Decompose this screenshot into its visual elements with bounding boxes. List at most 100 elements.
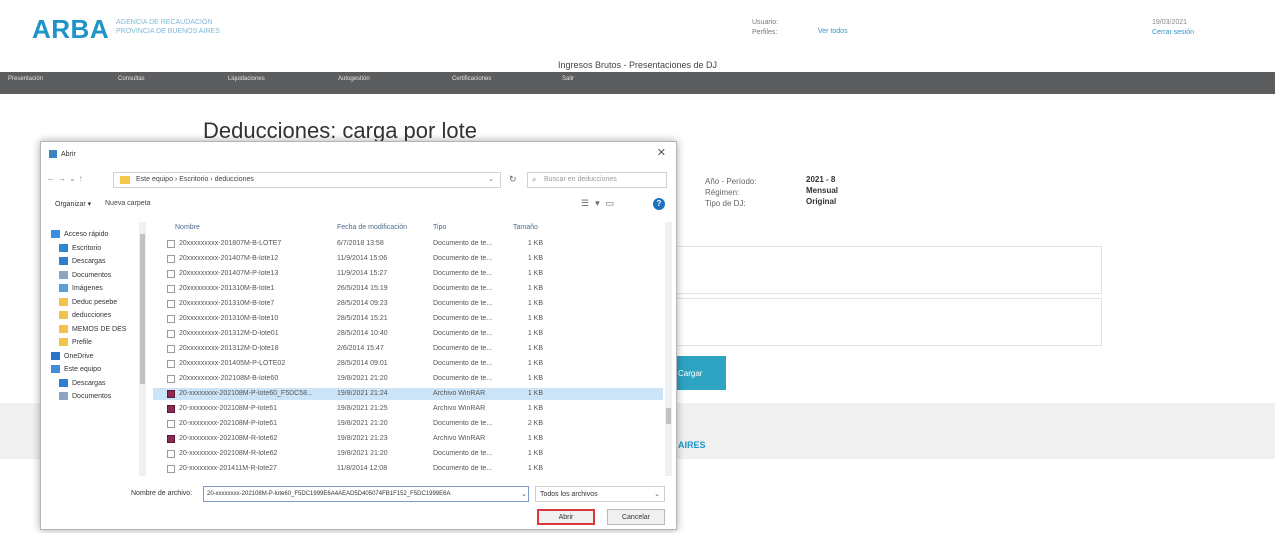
file-row[interactable]: 20xxxxxxxxx-201407M-P-lote13 11/9/2014 15…: [153, 268, 663, 280]
column-type[interactable]: Tipo: [433, 224, 446, 231]
file-name: 20-xxxxxxxx-202108M-P-lote60_F5DC58...: [179, 390, 313, 397]
file-type: Documento de te...: [433, 450, 493, 457]
column-name[interactable]: Nombre: [175, 224, 200, 231]
open-button[interactable]: Abrir: [537, 509, 595, 525]
file-row[interactable]: 20xxxxxxxxx-201310M-B-lote10 28/5/2014 15…: [153, 313, 663, 325]
cancel-button[interactable]: Cancelar: [607, 509, 665, 525]
file-type: Documento de te...: [433, 270, 493, 277]
nav-pane-item[interactable]: Descargas: [59, 378, 106, 391]
filename-label: Nombre de archivo:: [131, 490, 193, 497]
nav-pane-item[interactable]: Deduc pesebe: [59, 297, 118, 310]
file-row[interactable]: 20xxxxxxxxx-201405M-P-LOTE02 28/5/2014 09…: [153, 358, 663, 370]
file-row[interactable]: 20xxxxxxxxx-201407M-B-lote12 11/9/2014 15…: [153, 253, 663, 265]
nav-pane-item[interactable]: Este equipo: [51, 365, 101, 377]
winrar-file-icon: [167, 390, 175, 398]
arba-logo[interactable]: ARBA: [32, 14, 109, 45]
file-size: 1 KB: [527, 390, 543, 397]
file-row[interactable]: 20xxxxxxxxx-202108M-B-lote60 19/8/2021 21…: [153, 373, 663, 385]
filename-chevron-down-icon[interactable]: ⌄: [521, 490, 527, 498]
nav-pane-item[interactable]: Imágenes: [59, 284, 103, 296]
file-row[interactable]: 20xxxxxxxxx-201310M-B-lote7 28/5/2014 09:…: [153, 298, 663, 310]
page: ARBA AGENCIA DE RECAUDACIÓN PROVINCIA DE…: [0, 0, 1275, 533]
nav-pane-scrollbar[interactable]: [139, 222, 146, 476]
nav-pane-item[interactable]: Descargas: [59, 257, 105, 269]
file-type: Documento de te...: [433, 300, 493, 307]
profiles-link[interactable]: Ver todos: [818, 28, 848, 35]
file-size: 1 KB: [527, 270, 543, 277]
file-name: 20xxxxxxxxx-201807M-B-LOTE7: [179, 240, 282, 247]
dialog-title: Abrir: [61, 150, 76, 158]
nav-pane-item[interactable]: Documentos: [59, 270, 111, 283]
file-size: 1 KB: [527, 375, 543, 382]
organize-button[interactable]: Organizar ▾: [55, 200, 91, 208]
nav-consultas[interactable]: Consultas: [118, 76, 145, 82]
nav-pane-item[interactable]: OneDrive: [51, 351, 94, 364]
logo-subtitle-line-2: PROVINCIA DE BUENOS AIRES: [116, 28, 220, 35]
filename-input[interactable]: 20-xxxxxxxx-202108M-P-lote60_F5DC1999E6A…: [203, 486, 529, 502]
filetype-select[interactable]: Todos los archivos ⌄: [535, 486, 665, 502]
logout-link[interactable]: Cerrar sesión: [1152, 28, 1194, 38]
new-folder-button[interactable]: Nueva carpeta: [105, 200, 151, 207]
file-row[interactable]: 20-xxxxxxxx-201411M-R-lote27 11/8/2014 12…: [153, 463, 663, 475]
nav-pane-item[interactable]: Documentos: [59, 392, 111, 404]
nav-arrows-icon[interactable]: ←→⌄↑: [47, 174, 86, 183]
nav-pane-item[interactable]: Escritorio: [59, 243, 101, 256]
nav-pane-item-label: Deduc pesebe: [72, 298, 118, 306]
file-row[interactable]: 20-xxxxxxxx-202108M-R-lote62 19/8/2021 21…: [153, 448, 663, 460]
file-date: 19/8/2021 21:25: [337, 405, 388, 412]
nav-pane-item[interactable]: MEMOS DE DES: [59, 324, 126, 337]
user-info: Usuario: Perfiles:: [752, 18, 778, 38]
address-bar[interactable]: Este equipo › Escritorio › deducciones ⌄: [113, 172, 501, 188]
text-file-icon: [167, 345, 175, 353]
file-list-scroll-thumb[interactable]: [666, 408, 671, 424]
app-title: Ingresos Brutos - Presentaciones de DJ: [557, 60, 718, 70]
file-type: Documento de te...: [433, 375, 493, 382]
column-date[interactable]: Fecha de modificación: [337, 224, 407, 231]
file-size: 1 KB: [527, 465, 543, 472]
nav-certificaciones[interactable]: Certificaciones: [452, 76, 491, 82]
nav-pane-item-label: Descargas: [72, 379, 106, 387]
file-date: 26/5/2014 15:19: [337, 285, 388, 292]
file-row[interactable]: 20-xxxxxxxx-202108M-R-lote62 19/8/2021 21…: [153, 433, 663, 445]
view-options-icon[interactable]: ☰▾▭: [581, 198, 620, 209]
file-list-scrollbar[interactable]: [665, 222, 672, 476]
close-icon[interactable]: ✕: [657, 146, 666, 159]
nav-presentacion[interactable]: Presentación: [8, 76, 43, 82]
column-size[interactable]: Tamaño: [513, 224, 538, 231]
file-row[interactable]: 20xxxxxxxxx-201312M-D-lote18 2/6/2014 15:…: [153, 343, 663, 355]
logo-subtitle: AGENCIA DE RECAUDACIÓN PROVINCIA DE BUEN…: [116, 18, 256, 36]
winrar-file-icon: [167, 405, 175, 413]
folder-icon: [120, 176, 130, 184]
text-file-icon: [167, 420, 175, 428]
help-icon[interactable]: ?: [653, 198, 665, 210]
file-row[interactable]: 20xxxxxxxxx-201310M-B-lote1 26/5/2014 15:…: [153, 283, 663, 295]
nav-salir[interactable]: Salir: [562, 76, 574, 82]
winrar-file-icon: [167, 435, 175, 443]
file-size: 2 KB: [527, 420, 543, 427]
nav-pane-item[interactable]: Prefile: [59, 338, 92, 350]
search-input[interactable]: ⌕ Buscar en deducciones: [527, 172, 667, 188]
file-row[interactable]: 20-xxxxxxxx-202108M-P-lote61 19/8/2021 21…: [153, 403, 663, 415]
footer-brand: AIRES: [678, 440, 706, 450]
folder-icon: [59, 311, 68, 319]
chevron-down-icon[interactable]: ⌄: [488, 175, 494, 183]
nav-pane-scroll-thumb[interactable]: [140, 234, 145, 384]
nav-pane-item[interactable]: Acceso rápido: [51, 230, 108, 242]
nav-liquidaciones[interactable]: Liquidaciones: [228, 76, 265, 82]
file-name: 20xxxxxxxxx-201312M-D-lote18: [179, 345, 279, 352]
text-file-icon: [167, 330, 175, 338]
file-row[interactable]: 20-xxxxxxxx-202108M-P-lote60_F5DC58... 19…: [153, 388, 663, 400]
file-row[interactable]: 20xxxxxxxxx-201312M-D-lote01 28/5/2014 10…: [153, 328, 663, 340]
file-row[interactable]: 20xxxxxxxxx-201807M-B-LOTE7 6/7/2018 13:5…: [153, 238, 663, 250]
nav-autogestion[interactable]: Autogestión: [338, 76, 370, 82]
file-row[interactable]: 20-xxxxxxxx-202108M-P-lote61 19/8/2021 21…: [153, 418, 663, 430]
nav-pane-item[interactable]: deducciones: [59, 311, 111, 323]
file-type: Archivo WinRAR: [433, 405, 486, 412]
file-size: 1 KB: [527, 435, 543, 442]
regime-value: Mensual: [806, 186, 839, 195]
dialog-title-bar: Abrir: [49, 150, 76, 158]
refresh-icon[interactable]: ↻: [509, 174, 517, 185]
file-type: Documento de te...: [433, 420, 493, 427]
text-file-icon: [167, 315, 175, 323]
dj-info-labels: Año - Período: Régimen: Tipo de DJ:: [705, 176, 757, 209]
